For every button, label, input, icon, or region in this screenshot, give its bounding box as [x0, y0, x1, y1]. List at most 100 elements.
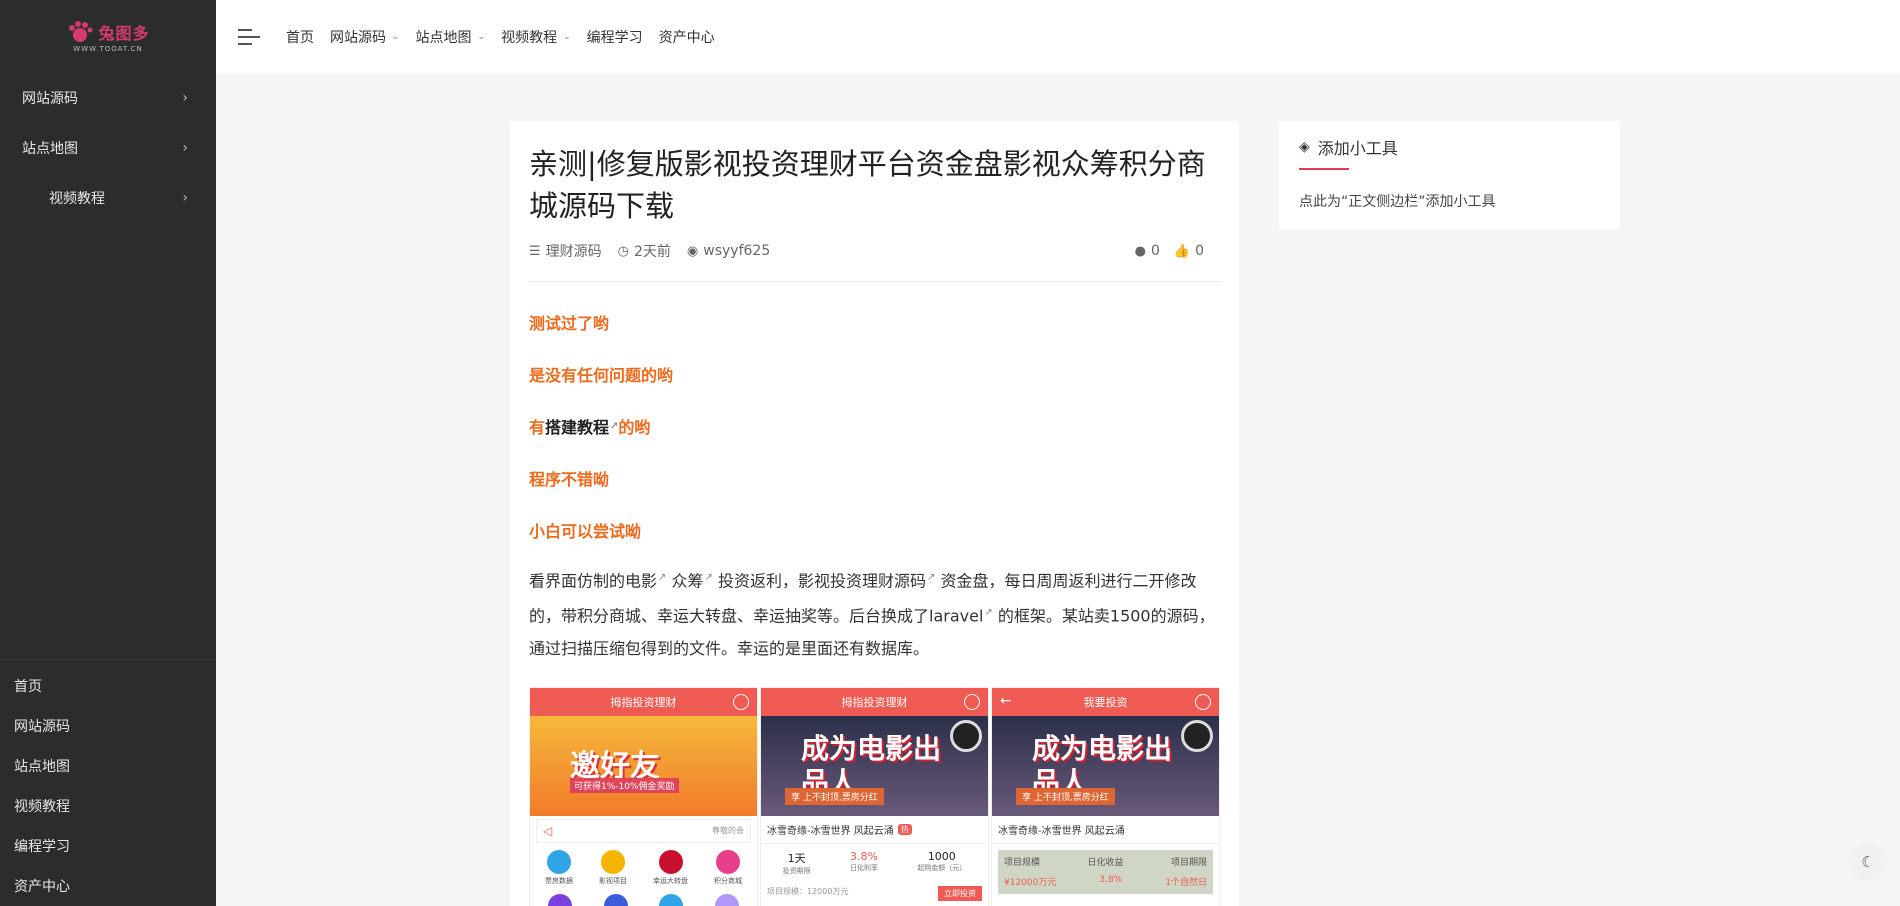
content-line-with-link: 有 搭建教程 ↗ 的哟 — [529, 400, 1220, 452]
invite-banner: 邀好友 可获得1%-10%佣金奖励 — [530, 715, 757, 816]
sidebar-bottom-links: 首页 网站源码 站点地图 视频教程 编程学习 资产中心 — [0, 659, 216, 906]
nav-programming[interactable]: 编程学习 — [587, 27, 643, 47]
post-content: 测试过了哟 是没有任何问题的哟 有 搭建教程 ↗ 的哟 程序不错呦 小白可以尝试… — [529, 296, 1220, 906]
screen-header: ← 我要投资 — [992, 687, 1219, 716]
post-image-screenshots[interactable]: 拇指投资理财 邀好友 可获得1%-10%佣金奖励 ◁ 尊敬的会 票房数据 影视项… — [529, 686, 1220, 906]
sidebar-widget: ◈ 添加小工具 点此为“正文侧边栏”添加小工具 — [1279, 121, 1620, 229]
dark-mode-toggle-button[interactable]: ☾ — [1849, 843, 1887, 881]
producer-banner: 成为电影出品人 享 上不封顶,票房分红 — [761, 715, 988, 816]
nav-label: 资产中心 — [658, 29, 715, 46]
points-mall-icon — [716, 849, 740, 874]
time-label: 2天前 — [634, 244, 671, 260]
content-line: 小白可以尝试呦 — [529, 522, 642, 541]
film-reel-icon — [950, 719, 982, 752]
external-link-icon[interactable]: ↗ — [705, 572, 713, 583]
nav-sitemap[interactable]: 站点地图 ⌄ — [416, 27, 486, 47]
nav-home[interactable]: 首页 — [286, 27, 314, 47]
meta-likes[interactable]: 👍 0 — [1174, 243, 1204, 259]
meta-author[interactable]: ◉ wsyyf625 — [687, 243, 770, 259]
project-stats: 1天 投资期限 3.8% 日化利率 1000 起购金额（元） — [761, 844, 988, 882]
nav-assets[interactable]: 资产中心 — [659, 27, 715, 47]
layers-icon: ◈ — [1299, 139, 1310, 155]
site-logo[interactable]: 兔图多 WWW.TOOAT.CN — [0, 0, 216, 73]
grid-item: 影视项目 — [599, 849, 627, 886]
nav-label: 站点地图 — [415, 29, 472, 46]
screen-header-title: 拇指投资理财 — [610, 695, 677, 709]
post-meta: ☰ 理财源码 ◷ 2天前 ◉ wsyyf625 ● 0 👍 0 — [529, 241, 1220, 282]
sidebar-item-video-tutorial[interactable]: 视频教程 › — [0, 173, 216, 223]
box-office-icon — [547, 849, 571, 874]
chevron-right-icon: › — [182, 140, 188, 156]
grid-item — [715, 893, 740, 906]
meta-category[interactable]: ☰ 理财源码 — [529, 241, 602, 261]
sidebar-item-label: 站点地图 — [22, 141, 78, 157]
sidebar-item-label: 视频教程 — [49, 191, 105, 207]
menu-toggle-icon[interactable] — [238, 28, 260, 45]
comment-icon: ● — [1134, 243, 1146, 259]
sidebar-item-label: 网站源码 — [22, 91, 78, 107]
project-row: 项目规模：12000万元 立即投资 — [761, 882, 988, 905]
sidebar-link-programming[interactable]: 编程学习 — [0, 826, 216, 866]
screenshot-project: 拇指投资理财 成为电影出品人 享 上不封顶,票房分红 冰雪奇缘-冰雪世界 风起云… — [760, 686, 989, 906]
grid-item — [547, 893, 572, 906]
sidebar: 兔图多 WWW.TOOAT.CN 网站源码 › 站点地图 › 视频教程 › 首页… — [0, 0, 216, 906]
external-link-icon[interactable]: ↗ — [984, 607, 992, 618]
screen-header: 拇指投资理财 — [530, 687, 757, 716]
film-project-icon — [601, 849, 625, 874]
sidebar-item-sitemap[interactable]: 站点地图 › — [0, 123, 216, 173]
clock-icon: ◷ — [617, 243, 629, 259]
icon-grid: 票房数据 影视项目 幸运大转盘 积分商城 — [530, 846, 757, 890]
sidebar-link-sitemap[interactable]: 站点地图 — [0, 746, 216, 786]
speaker-icon: ◁ — [543, 823, 553, 838]
stat-item: 3.8% 日化利率 — [849, 849, 878, 872]
content-line: 是没有任何问题的哟 — [529, 366, 674, 385]
content-line: 测试过了哟 — [529, 314, 610, 333]
table-row: ¥12000万元 3.8% 1个自然日 — [1004, 875, 1207, 889]
content-paragraph: 看界面仿制的电影↗ 众筹↗ 投资返利，影视投资理财源码↗ 资金盘，每日周周返利进… — [529, 562, 1220, 665]
sidebar-link-website-source[interactable]: 网站源码 — [0, 706, 216, 746]
sidebar-link-video-tutorial[interactable]: 视频教程 — [0, 786, 216, 826]
wallet-icon — [603, 893, 628, 906]
nav-video-tutorial[interactable]: 视频教程 ⌄ — [501, 27, 571, 47]
stat-item: 1000 起购金额（元） — [917, 849, 967, 872]
film-reel-icon — [1181, 719, 1213, 752]
screenshot-home: 拇指投资理财 邀好友 可获得1%-10%佣金奖励 ◁ 尊敬的会 票房数据 影视项… — [529, 686, 758, 906]
author-label: wsyyf625 — [703, 243, 771, 259]
banner-ribbon: 享 上不封顶,票房分红 — [1016, 787, 1115, 805]
meta-time: ◷ 2天前 — [618, 241, 671, 261]
tutorial-link[interactable]: 搭建教程 — [545, 414, 609, 438]
paw-logo-icon — [69, 21, 93, 42]
meta-comments[interactable]: ● 0 — [1135, 243, 1160, 259]
screen-header-title: 我要投资 — [1083, 695, 1128, 709]
ticket-icon — [659, 893, 684, 906]
stat-item: 1天 投资期限 — [782, 851, 811, 875]
apps-icon — [715, 893, 740, 906]
user-icon: ◉ — [686, 243, 699, 259]
sidebar-link-assets[interactable]: 资产中心 — [0, 866, 216, 906]
sidebar-link-home[interactable]: 首页 — [0, 666, 216, 706]
paragraph-text: 众筹 — [666, 571, 704, 591]
nav-website-source[interactable]: 网站源码 ⌄ — [330, 27, 400, 47]
sidebar-item-website-source[interactable]: 网站源码 › — [0, 73, 216, 123]
top-navbar: 首页 网站源码 ⌄ 站点地图 ⌄ 视频教程 ⌄ 编程学习 资产中心 — [216, 0, 1900, 73]
nav-label: 网站源码 — [330, 29, 386, 46]
clock-icon — [1195, 693, 1211, 710]
like-count: 0 — [1195, 243, 1204, 259]
widget-title-underline — [1299, 168, 1349, 170]
table-header-row: 项目规模 日化收益 项目期限 — [1004, 858, 1207, 869]
grid-item: 积分商城 — [714, 849, 742, 886]
comment-count: 0 — [1150, 243, 1160, 259]
widget-title-text: 添加小工具 — [1317, 139, 1398, 158]
banner-subline: 可获得1%-10%佣金奖励 — [570, 777, 679, 793]
content-text: 有 — [529, 418, 546, 437]
logo-subtext: WWW.TOOAT.CN — [73, 45, 143, 53]
thumbs-up-icon: 👍 — [1173, 243, 1191, 259]
user-icon — [964, 693, 980, 710]
nav-label: 首页 — [286, 29, 314, 46]
list-icon: ☰ — [529, 243, 541, 259]
widget-title: ◈ 添加小工具 — [1299, 135, 1398, 159]
project-title: 冰雪奇缘-冰雪世界 风起云涌 热 — [761, 816, 988, 844]
invest-button: 立即投资 — [938, 885, 982, 901]
add-widget-link[interactable]: 点此为“正文侧边栏”添加小工具 — [1299, 191, 1496, 211]
chevron-right-icon: › — [182, 90, 188, 106]
